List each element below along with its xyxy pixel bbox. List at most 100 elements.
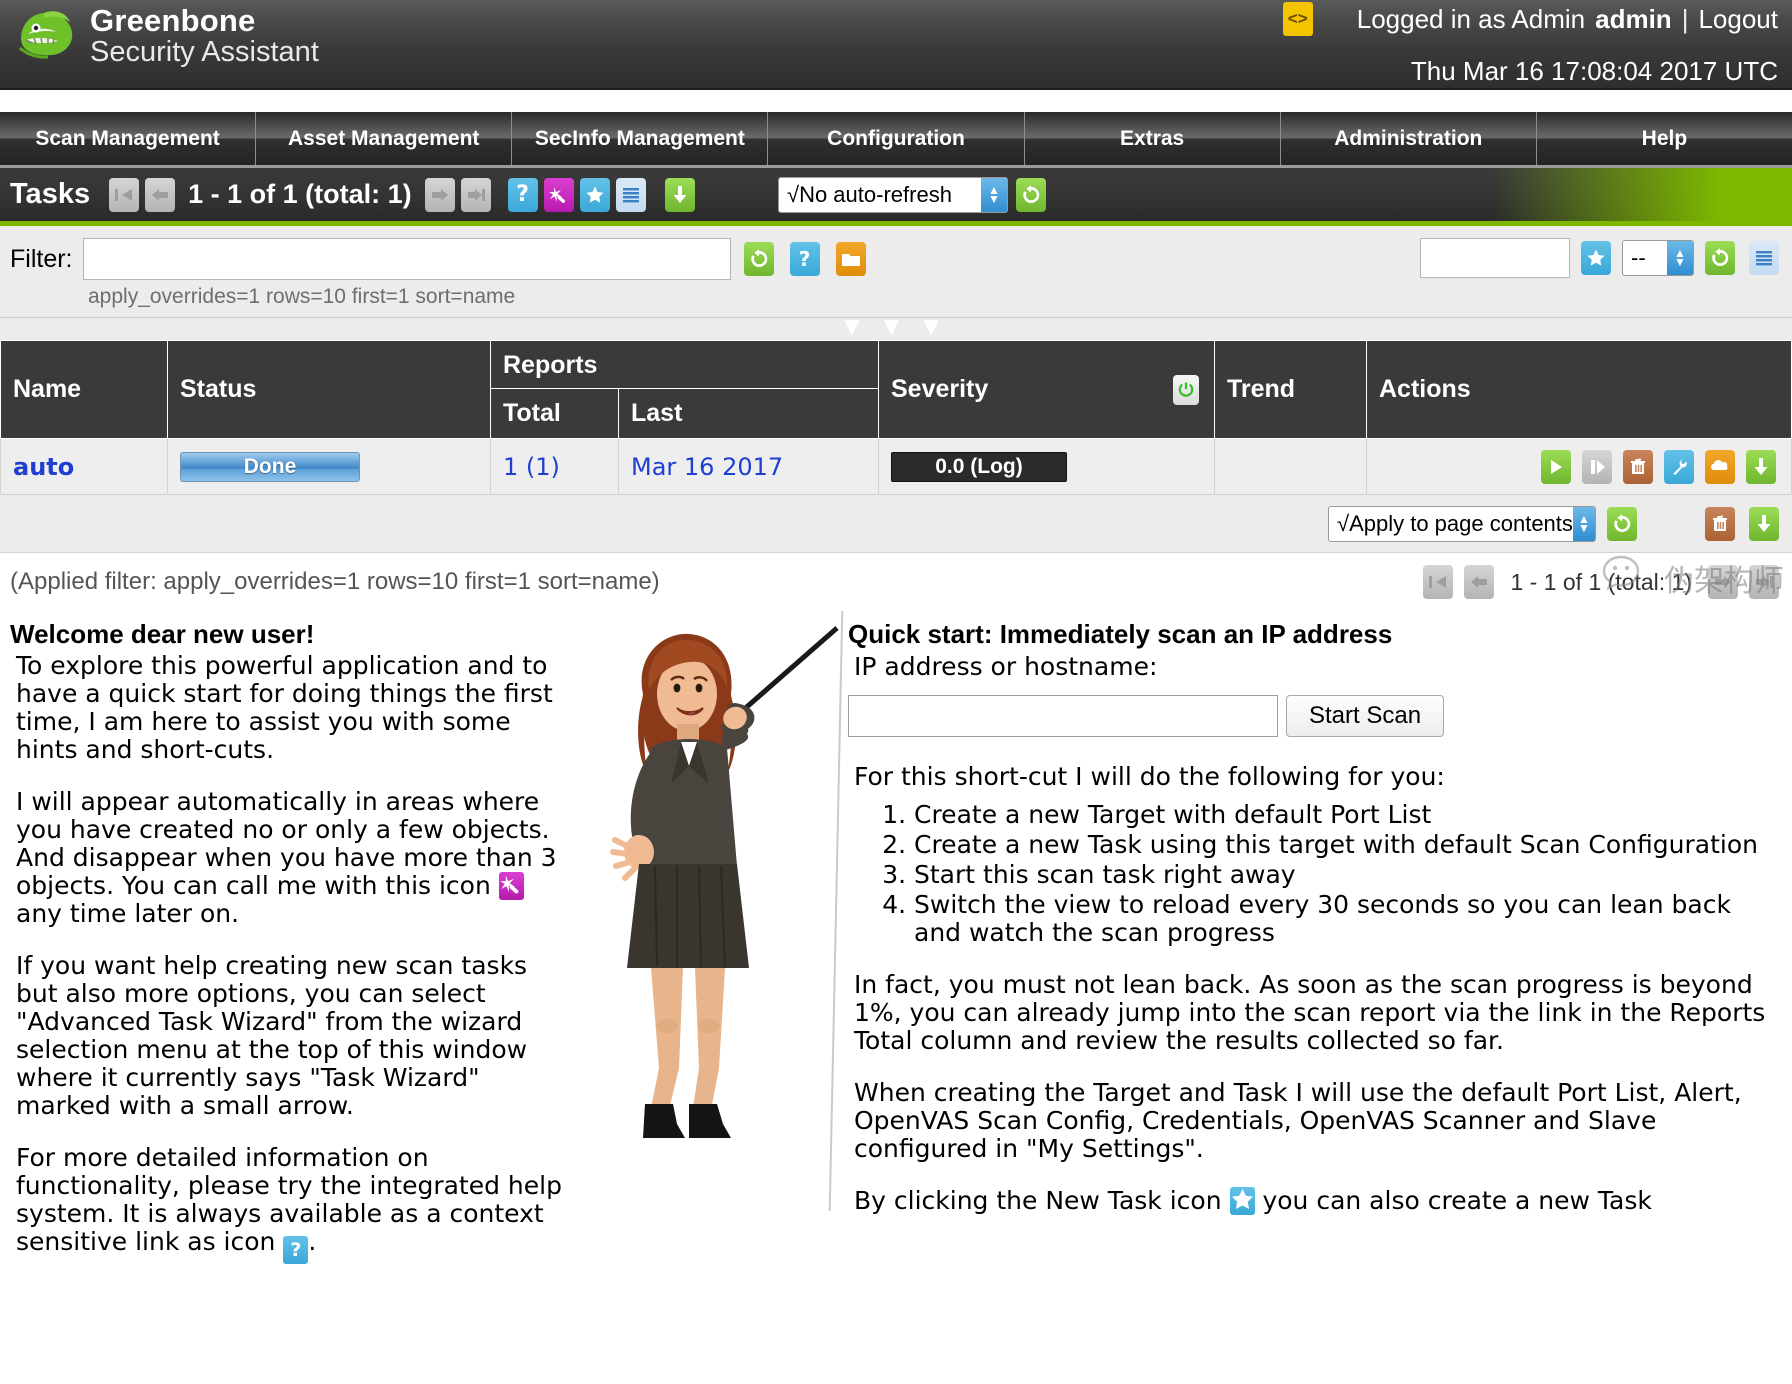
- filter-right-controls: -- ▲ ▼: [1420, 238, 1782, 278]
- list-item: Start this scan task right away: [914, 861, 1782, 889]
- dragon-logo-icon: [14, 4, 78, 68]
- welcome-paragraph-2a: I will appear automatically in areas whe…: [16, 787, 557, 900]
- quickstart-paragraph-2: When creating the Target and Task I will…: [854, 1078, 1742, 1163]
- export-icon[interactable]: [1746, 449, 1776, 484]
- menu-item-extras[interactable]: Extras: [1025, 112, 1281, 165]
- column-header-severity[interactable]: Severity: [878, 340, 1215, 439]
- bulk-apply-select[interactable]: √Apply to page contents ▲ ▼: [1328, 505, 1596, 542]
- edit-icon[interactable]: [1664, 449, 1694, 484]
- download-icon[interactable]: [664, 177, 695, 212]
- previous-page-icon[interactable]: [1464, 565, 1495, 599]
- cell-status: Done: [167, 438, 491, 495]
- task-list-icon[interactable]: [615, 177, 646, 212]
- ip-address-input[interactable]: [848, 695, 1278, 737]
- quickstart-intro: For this short-cut I will do the followi…: [854, 762, 1445, 791]
- column-header-trend[interactable]: Trend: [1214, 340, 1367, 439]
- help-icon[interactable]: ?: [283, 1236, 309, 1264]
- filter-help-icon[interactable]: ?: [789, 242, 820, 276]
- bulk-action-bar: √Apply to page contents ▲ ▼: [0, 495, 1792, 553]
- power-toggle-icon[interactable]: [1173, 374, 1199, 405]
- menu-item-help[interactable]: Help: [1537, 112, 1792, 165]
- login-separator: |: [1681, 3, 1689, 34]
- code-brackets-icon[interactable]: <>: [1282, 2, 1313, 36]
- wizard-icon[interactable]: [543, 177, 574, 212]
- column-header-name[interactable]: Name: [0, 340, 168, 439]
- filter-input[interactable]: [82, 238, 731, 280]
- cell-actions: [1366, 438, 1792, 495]
- new-task-icon[interactable]: [1229, 1187, 1255, 1215]
- cell-trend: [1214, 438, 1367, 495]
- filter-reset-icon[interactable]: [1705, 241, 1735, 275]
- teacher-pointer-illustration: [585, 616, 855, 1176]
- table-header-row: Name Status Reports Severity Trend Actio…: [0, 340, 1792, 439]
- brand-block[interactable]: Greenbone Security Assistant: [0, 0, 319, 68]
- welcome-paragraph-3: If you want help creating new scan tasks…: [16, 951, 528, 1120]
- filter-update-icon[interactable]: [743, 242, 774, 276]
- cell-severity: 0.0 (Log): [878, 438, 1215, 495]
- welcome-paragraph-2: I will appear automatically in areas whe…: [16, 788, 570, 928]
- chevron-updown-icon: ▲ ▼: [1667, 241, 1693, 275]
- column-header-reports-last[interactable]: Last: [618, 388, 879, 439]
- menu-item-secinfo-management[interactable]: SecInfo Management: [512, 112, 769, 165]
- task-name-link[interactable]: auto: [13, 453, 74, 481]
- bulk-trash-icon[interactable]: [1705, 506, 1735, 541]
- filter-name-input[interactable]: [1420, 238, 1570, 278]
- help-icon[interactable]: ?: [507, 177, 538, 212]
- last-page-icon[interactable]: [460, 177, 491, 212]
- filter-preset-select[interactable]: -- ▲ ▼: [1622, 240, 1694, 276]
- top-banner: Greenbone Security Assistant <> Logged i…: [0, 0, 1792, 90]
- filter-label: Filter:: [10, 244, 73, 273]
- menu-item-configuration[interactable]: Configuration: [768, 112, 1025, 165]
- brand-line1: Greenbone: [90, 2, 256, 38]
- next-page-icon[interactable]: [424, 177, 455, 212]
- autorefresh-controls: √No auto-refresh ▲ ▼: [778, 177, 1049, 213]
- wechat-icon: [1602, 553, 1654, 603]
- menu-item-scan-management[interactable]: Scan Management: [0, 112, 257, 165]
- pause-scan-icon[interactable]: [1582, 449, 1612, 484]
- chevron-updown-icon: ▲ ▼: [1572, 506, 1595, 541]
- start-scan-button[interactable]: Start Scan: [1286, 695, 1445, 737]
- previous-page-icon[interactable]: [145, 177, 176, 212]
- autorefresh-select[interactable]: √No auto-refresh ▲ ▼: [778, 177, 1008, 213]
- first-page-icon[interactable]: [1423, 565, 1454, 599]
- sort-arrows[interactable]: ▼ ▼ ▼: [0, 316, 1792, 340]
- bulk-refresh-icon[interactable]: [1607, 506, 1637, 541]
- page-title: Tasks: [10, 178, 91, 210]
- reports-last-link[interactable]: Mar 16 2017: [631, 453, 783, 481]
- menu-label: Configuration: [827, 126, 965, 150]
- table-row: auto Done 1 (1) Mar 16 2017 0.0 (Log): [0, 438, 1792, 495]
- clone-icon[interactable]: [1705, 449, 1735, 484]
- pagination-count: 1 - 1 of 1 (total: 1): [188, 179, 412, 209]
- autorefresh-value: √No auto-refresh: [787, 182, 952, 207]
- cell-task-name: auto: [0, 438, 168, 495]
- start-scan-icon[interactable]: [1541, 449, 1571, 484]
- star-icon[interactable]: [1581, 241, 1611, 275]
- quickstart-steps: Create a new Target with default Port Li…: [848, 801, 1782, 947]
- menu-item-asset-management[interactable]: Asset Management: [256, 112, 513, 165]
- welcome-paragraph-1: To explore this powerful application and…: [16, 651, 553, 764]
- column-header-reports-total[interactable]: Total: [490, 388, 619, 439]
- cell-reports-last: Mar 16 2017: [618, 438, 879, 495]
- severity-badge: 0.0 (Log): [891, 451, 1067, 482]
- quickstart-paragraph-1: In fact, you must not lean back. As soon…: [854, 970, 1766, 1055]
- new-filter-icon[interactable]: [835, 242, 866, 276]
- welcome-paragraph-2b: any time later on.: [16, 899, 240, 928]
- filter-list-icon[interactable]: [1749, 241, 1779, 275]
- refresh-icon[interactable]: [1016, 178, 1046, 212]
- delete-icon[interactable]: [1623, 449, 1653, 484]
- first-page-icon[interactable]: [109, 177, 140, 212]
- welcome-column: Welcome dear new user! To explore this p…: [10, 619, 570, 1264]
- tasks-toolbar: Tasks 1 - 1 of 1 (total: 1) ? √No auto-r…: [0, 168, 1792, 226]
- menu-item-administration[interactable]: Administration: [1281, 112, 1537, 165]
- menu-label: Administration: [1334, 126, 1483, 150]
- new-task-icon[interactable]: [579, 177, 610, 212]
- quickstart-paragraph-3: By clicking the New Task icon you can al…: [854, 1187, 1782, 1215]
- column-header-reports: Reports: [490, 340, 879, 389]
- reports-total-link[interactable]: 1 (1): [503, 453, 560, 481]
- quickstart-heading: Quick start: Immediately scan an IP addr…: [848, 619, 1393, 649]
- status-badge[interactable]: Done: [180, 451, 360, 482]
- column-header-status[interactable]: Status: [167, 340, 491, 439]
- logout-link[interactable]: Logout: [1698, 4, 1778, 35]
- bulk-download-icon[interactable]: [1749, 506, 1779, 541]
- wizard-icon[interactable]: [498, 872, 524, 900]
